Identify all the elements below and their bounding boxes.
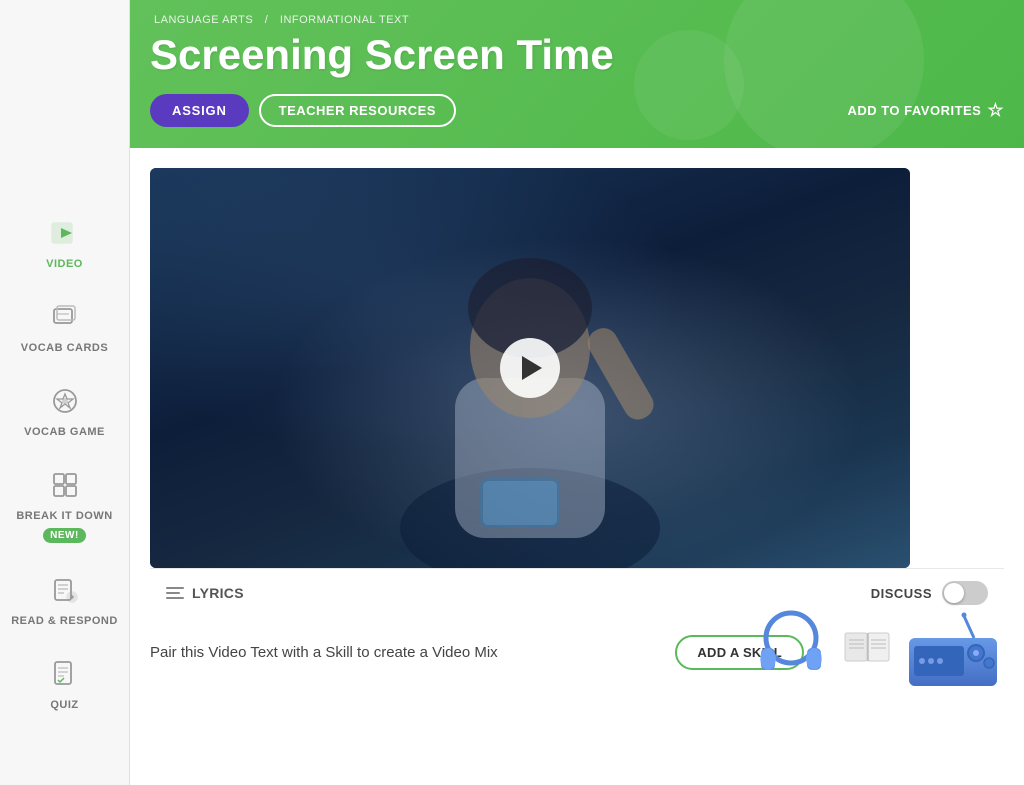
video-player[interactable]: [150, 168, 910, 568]
vocab-cards-icon: [46, 298, 84, 336]
radio-icon: [904, 608, 1004, 688]
sidebar-quiz-label: QUIZ: [50, 699, 78, 711]
sidebar: VIDEO VOCAB CARDS VOCAB GAME: [0, 0, 130, 785]
headphones-icon: [746, 608, 836, 688]
sidebar-vocab-game-label: VOCAB GAME: [24, 426, 105, 438]
breadcrumb-part1: LANGUAGE ARTS: [154, 14, 253, 26]
breadcrumb-part2: INFORMATIONAL TEXT: [280, 14, 409, 26]
sidebar-item-read-respond[interactable]: READ & RESPOND: [0, 557, 129, 641]
lyrics-button[interactable]: LYRICS: [166, 585, 244, 601]
sidebar-vocab-cards-label: VOCAB CARDS: [21, 342, 108, 354]
sidebar-item-quiz[interactable]: QUIZ: [0, 641, 129, 725]
main-content: LYRICS DISCUSS Pair this Video Text with…: [130, 148, 1024, 785]
add-favorites-link[interactable]: ADD TO FAVORITES ☆: [847, 100, 1004, 121]
discuss-label: DISCUSS: [871, 586, 932, 601]
breadcrumb: LANGUAGE ARTS / INFORMATIONAL TEXT: [150, 14, 1004, 26]
book-icon: [840, 628, 900, 683]
star-icon: ☆: [987, 100, 1004, 121]
sidebar-read-respond-label: READ & RESPOND: [11, 615, 118, 627]
promo-icons: [746, 608, 1004, 688]
quiz-icon: [46, 655, 84, 693]
lyrics-icon: [166, 587, 184, 599]
vocab-game-icon: [46, 382, 84, 420]
play-button[interactable]: [500, 338, 560, 398]
sidebar-video-label: VIDEO: [46, 258, 83, 270]
video-icon: [46, 214, 84, 252]
play-triangle-icon: [522, 356, 542, 380]
read-respond-icon: [46, 571, 84, 609]
page-wrapper: VIDEO VOCAB CARDS VOCAB GAME: [0, 0, 1024, 785]
video-mix-promo: Pair this Video Text with a Skill to cre…: [130, 617, 1024, 688]
assign-button[interactable]: ASSIGN: [150, 94, 249, 127]
sidebar-item-vocab-cards[interactable]: VOCAB CARDS: [0, 284, 129, 368]
add-favorites-label: ADD TO FAVORITES: [847, 103, 981, 118]
lyrics-label: LYRICS: [192, 585, 244, 601]
video-section: LYRICS DISCUSS: [130, 148, 1024, 617]
break-it-down-icon: [46, 466, 84, 504]
teacher-resources-button[interactable]: TEACHER RESOURCES: [259, 94, 456, 127]
video-background: [150, 168, 910, 568]
header: LANGUAGE ARTS / INFORMATIONAL TEXT Scree…: [130, 0, 1024, 148]
sidebar-item-break-it-down[interactable]: BREAK IT DOWN NEW!: [0, 452, 129, 557]
discuss-area: DISCUSS: [871, 581, 988, 605]
new-badge: NEW!: [43, 528, 86, 543]
header-actions: ASSIGN TEACHER RESOURCES ADD TO FAVORITE…: [150, 94, 1004, 143]
breadcrumb-sep1: /: [265, 14, 269, 26]
discuss-toggle[interactable]: [942, 581, 988, 605]
sidebar-break-it-down-label: BREAK IT DOWN: [16, 510, 112, 522]
sidebar-item-vocab-game[interactable]: VOCAB GAME: [0, 368, 129, 452]
promo-text: Pair this Video Text with a Skill to cre…: [150, 644, 675, 661]
sidebar-item-video[interactable]: VIDEO: [0, 200, 129, 284]
page-title: Screening Screen Time: [150, 32, 1004, 78]
